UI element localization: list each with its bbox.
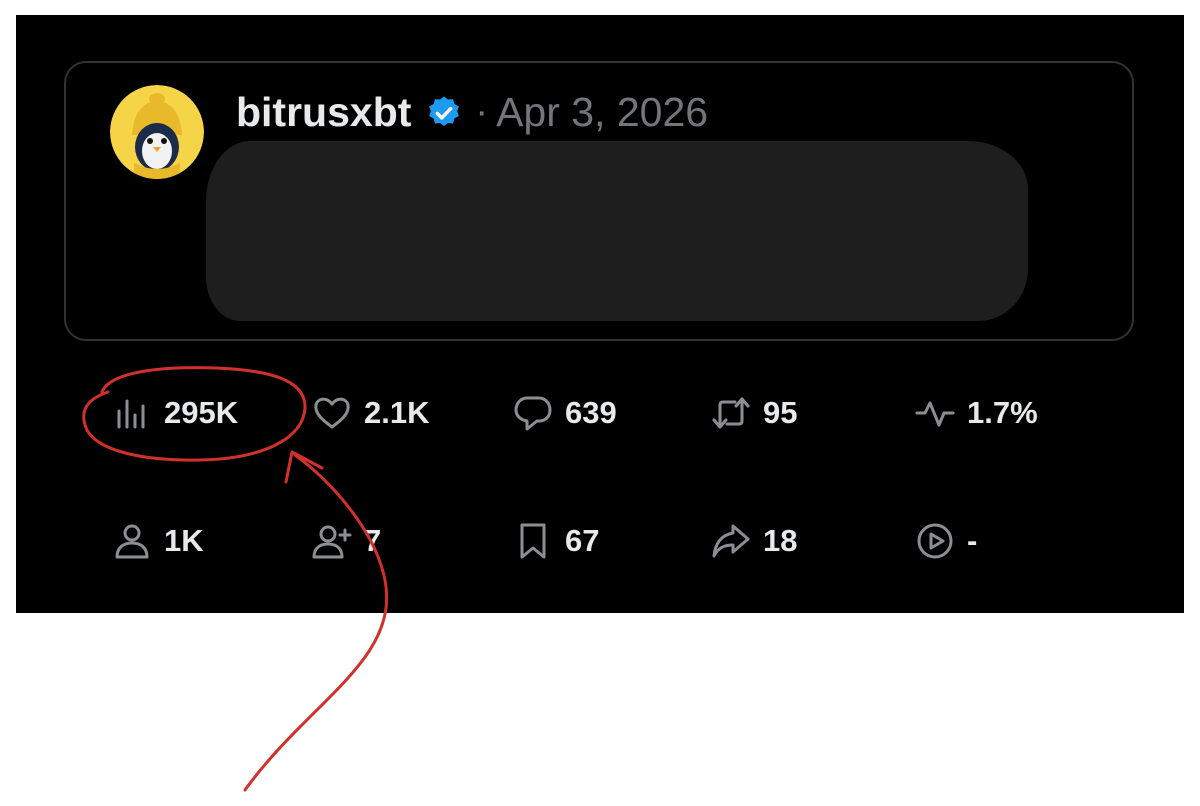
stat-value: - <box>967 523 978 558</box>
post-analytics-screen: bitrusxbt · Apr 3, 2026 295K 2.1K 639 95… <box>16 15 1184 613</box>
username[interactable]: bitrusxbt <box>236 89 411 136</box>
verified-badge-icon <box>425 94 463 132</box>
stat-value: 295K <box>164 395 239 430</box>
stat-views[interactable]: 295K <box>112 393 238 433</box>
post-header: bitrusxbt · Apr 3, 2026 <box>236 89 708 136</box>
avatar[interactable] <box>110 85 204 179</box>
share-icon <box>711 521 751 561</box>
separator-dot: · <box>475 91 489 133</box>
stat-value: 1.7% <box>967 395 1038 430</box>
reply-icon <box>513 393 553 433</box>
stat-video-views[interactable]: - <box>915 521 977 561</box>
retweet-icon <box>711 393 751 433</box>
engagement-rate-icon <box>915 393 955 433</box>
stat-value: 639 <box>565 395 617 430</box>
bookmark-icon <box>513 521 553 561</box>
redacted-post-content <box>206 141 1028 321</box>
stat-value: 1K <box>164 523 204 558</box>
stat-value: 2.1K <box>364 395 430 430</box>
stat-bookmarks[interactable]: 67 <box>513 521 599 561</box>
stat-value: 67 <box>565 523 600 558</box>
stat-value: 95 <box>763 395 798 430</box>
penguin-avatar-image <box>110 85 204 179</box>
stat-reposts[interactable]: 95 <box>711 393 797 433</box>
post-card[interactable]: bitrusxbt · Apr 3, 2026 <box>64 61 1134 341</box>
new-followers-icon <box>312 521 352 561</box>
stat-new-followers[interactable]: 7 <box>312 521 381 561</box>
stat-profile-visits[interactable]: 1K <box>112 521 204 561</box>
stat-value: 18 <box>763 523 798 558</box>
video-views-icon <box>915 521 955 561</box>
profile-visits-icon <box>112 521 152 561</box>
stat-replies[interactable]: 639 <box>513 393 617 433</box>
views-icon <box>112 393 152 433</box>
stat-shares[interactable]: 18 <box>711 521 797 561</box>
stat-engagement-rate[interactable]: 1.7% <box>915 393 1038 433</box>
stat-value: 7 <box>364 523 382 558</box>
stat-likes[interactable]: 2.1K <box>312 393 429 433</box>
heart-icon <box>312 393 352 433</box>
post-date[interactable]: Apr 3, 2026 <box>496 89 708 136</box>
